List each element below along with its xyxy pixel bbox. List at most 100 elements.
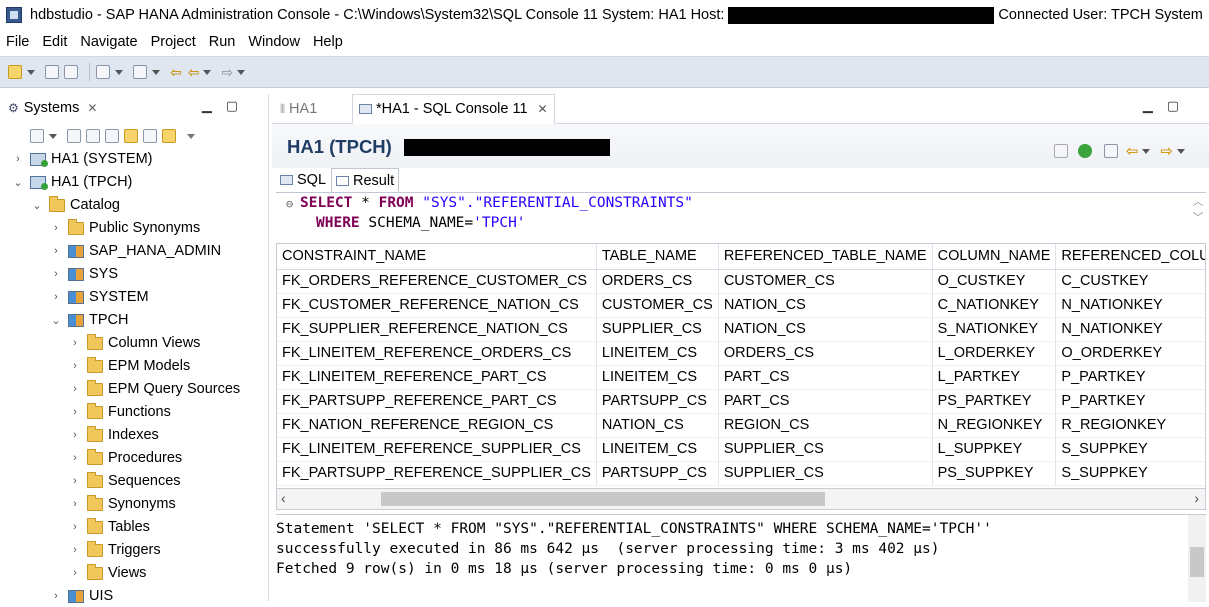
chevron-right-icon[interactable]: › (69, 498, 81, 510)
tab-sql-console[interactable]: *HA1 - SQL Console 11 ✕ (352, 94, 555, 124)
table-cell[interactable]: LINEITEM_CS (596, 437, 719, 462)
table-cell[interactable]: S_SUPPKEY (1055, 437, 1205, 462)
chevron-down-icon[interactable]: ⌄ (50, 314, 62, 327)
chevron-down-icon[interactable] (203, 69, 212, 75)
tree-item[interactable]: ⌄ HA1 (TPCH) (12, 171, 132, 193)
table-cell[interactable]: FK_CUSTOMER_REFERENCE_NATION_CS (277, 293, 597, 318)
table-cell[interactable]: PARTSUPP_CS (596, 389, 719, 414)
tree-item[interactable]: › SYSTEM (50, 286, 148, 308)
chevron-down-icon[interactable] (1142, 148, 1151, 154)
close-icon[interactable]: ✕ (538, 102, 548, 116)
table-cell[interactable]: SUPPLIER_CS (718, 461, 933, 486)
tree-item[interactable]: › Synonyms (69, 493, 176, 515)
chevron-down-icon[interactable] (152, 69, 160, 75)
table-cell[interactable]: L_ORDERKEY (932, 341, 1057, 366)
table-cell[interactable]: P_PARTKEY (1055, 365, 1205, 390)
table-cell[interactable]: REGION_CS (718, 413, 933, 438)
tree-item[interactable]: › Indexes (69, 424, 159, 446)
tree-item[interactable]: › EPM Query Sources (69, 378, 240, 400)
table-cell[interactable]: O_CUSTKEY (932, 269, 1057, 294)
tree-item[interactable]: › UIS (50, 585, 113, 607)
table-cell[interactable]: PS_SUPPKEY (932, 461, 1057, 486)
tree-item[interactable]: › SAP_HANA_ADMIN (50, 240, 221, 262)
chevron-right-icon[interactable]: › (69, 383, 81, 395)
collapse-icon[interactable]: ⊖ (286, 197, 293, 211)
editor-controls[interactable]: ▁▢ (1143, 98, 1193, 114)
history-icon[interactable] (1103, 144, 1118, 158)
table-cell[interactable]: PARTSUPP_CS (596, 461, 719, 486)
table-cell[interactable]: FK_PARTSUPP_REFERENCE_PART_CS (277, 389, 597, 414)
chevron-right-icon[interactable]: › (50, 291, 62, 303)
chevron-right-icon[interactable]: › (69, 452, 81, 464)
chevron-right-icon[interactable]: › (50, 268, 62, 280)
chevron-right-icon[interactable]: › (69, 337, 81, 349)
table-row[interactable]: FK_NATION_REFERENCE_REGION_CS NATION_CS RE… (277, 413, 1205, 438)
open-type-icon[interactable] (96, 65, 110, 79)
tree-item[interactable]: ⌄ Catalog (31, 194, 120, 216)
settings-icon[interactable] (86, 129, 100, 143)
table-row[interactable]: FK_PARTSUPP_REFERENCE_PART_CS PARTSUPP_CS… (277, 389, 1205, 414)
table-cell[interactable]: N_NATIONKEY (1055, 317, 1205, 342)
back-icon[interactable]: ⇦ (188, 64, 200, 81)
chevron-right-icon[interactable]: › (50, 245, 62, 257)
table-cell[interactable]: CUSTOMER_CS (718, 269, 933, 294)
terminate-icon[interactable] (1053, 144, 1068, 158)
table-cell[interactable]: ORDERS_CS (718, 341, 933, 366)
chevron-right-icon[interactable]: › (69, 521, 81, 533)
scrollbar-thumb[interactable] (381, 492, 825, 506)
sql-icon[interactable] (105, 129, 119, 143)
tree-item[interactable]: › Procedures (69, 447, 182, 469)
table-cell[interactable]: FK_LINEITEM_REFERENCE_SUPPLIER_CS (277, 437, 597, 462)
tree-item[interactable]: › HA1 (SYSTEM) (12, 148, 152, 170)
menu-edit[interactable]: Edit (42, 34, 67, 50)
table-cell[interactable]: P_PARTKEY (1055, 389, 1205, 414)
tree-item[interactable]: › Functions (69, 401, 171, 423)
tree-item[interactable]: ⌄ TPCH (50, 309, 128, 331)
link-editor-icon[interactable] (162, 129, 176, 143)
open-folder-icon[interactable] (124, 129, 138, 143)
table-cell[interactable]: LINEITEM_CS (596, 365, 719, 390)
column-header[interactable]: TABLE_NAME (596, 244, 719, 270)
tree-item[interactable]: › EPM Models (69, 355, 190, 377)
menu-help[interactable]: Help (313, 34, 343, 50)
table-cell[interactable]: C_NATIONKEY (932, 293, 1057, 318)
table-row[interactable]: FK_PARTSUPP_REFERENCE_SUPPLIER_CS PARTSUP… (277, 461, 1205, 486)
table-cell[interactable]: SUPPLIER_CS (596, 317, 719, 342)
add-system-icon[interactable] (30, 129, 44, 143)
result-horizontal-scrollbar[interactable]: ‹ › (276, 489, 1206, 510)
table-row[interactable]: FK_LINEITEM_REFERENCE_SUPPLIER_CS LINEITE… (277, 437, 1205, 462)
chevron-right-icon[interactable]: › (12, 153, 24, 165)
table-cell[interactable]: FK_ORDERS_REFERENCE_CUSTOMER_CS (277, 269, 597, 294)
chevron-down-icon[interactable] (237, 69, 246, 75)
menu-run[interactable]: Run (209, 34, 236, 50)
table-cell[interactable]: NATION_CS (718, 293, 933, 318)
scroll-left-icon[interactable]: ‹ (281, 490, 286, 506)
table-cell[interactable]: PS_PARTKEY (932, 389, 1057, 414)
close-icon[interactable]: ✕ (87, 101, 97, 115)
table-row[interactable]: FK_LINEITEM_REFERENCE_PART_CS LINEITEM_CS… (277, 365, 1205, 390)
tree-item[interactable]: › Views (69, 562, 146, 584)
new-icon[interactable] (8, 65, 22, 79)
menu-navigate[interactable]: Navigate (80, 34, 137, 50)
chevron-right-icon[interactable]: › (50, 590, 62, 602)
chevron-right-icon[interactable]: › (69, 406, 81, 418)
chevron-right-icon[interactable]: › (69, 360, 81, 372)
table-row[interactable]: FK_CUSTOMER_REFERENCE_NATION_CS CUSTOMER_… (277, 293, 1205, 318)
monitor-icon[interactable] (67, 129, 81, 143)
chevron-down-icon[interactable]: ⌄ (12, 176, 24, 189)
tree-item[interactable]: › Sequences (69, 470, 181, 492)
table-row[interactable]: FK_ORDERS_REFERENCE_CUSTOMER_CS ORDERS_CS… (277, 269, 1205, 294)
table-cell[interactable]: L_SUPPKEY (932, 437, 1057, 462)
save-all-icon[interactable] (64, 65, 78, 79)
tree-item[interactable]: › SYS (50, 263, 118, 285)
back-icon[interactable]: ⇦ (1126, 142, 1139, 160)
table-row[interactable]: FK_SUPPLIER_REFERENCE_NATION_CS SUPPLIER_… (277, 317, 1205, 342)
forward-icon[interactable]: ⇨ (221, 64, 233, 81)
save-icon[interactable] (45, 65, 59, 79)
column-header[interactable]: COLUMN_NAME (932, 244, 1057, 270)
chevron-right-icon[interactable]: › (50, 222, 62, 234)
table-cell[interactable]: PART_CS (718, 365, 933, 390)
chevron-right-icon[interactable]: › (69, 475, 81, 487)
sql-editor[interactable]: ⊖ SELECT * FROM "SYS"."REFERENTIAL_CONST… (276, 192, 1206, 238)
tree-item[interactable]: › Triggers (69, 539, 161, 561)
